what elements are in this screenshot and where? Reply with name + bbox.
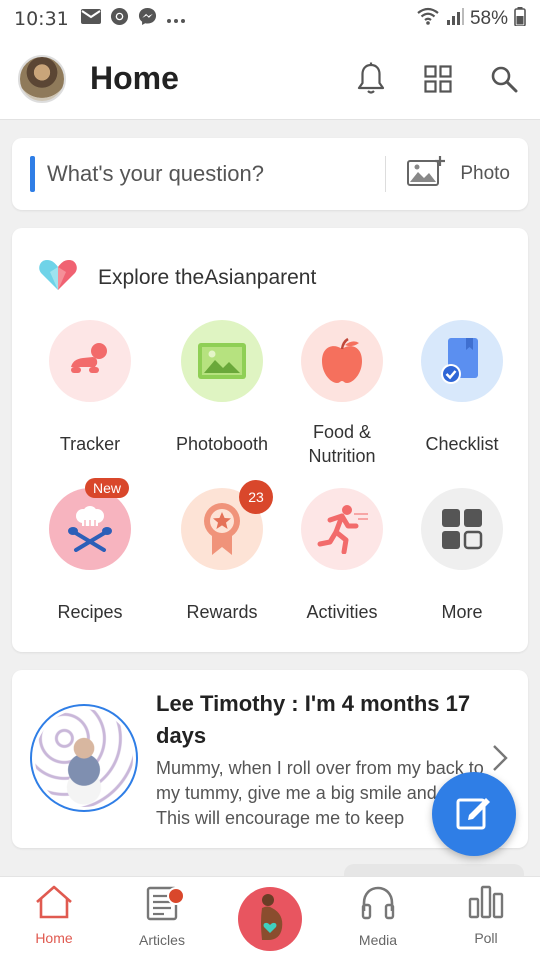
tile-more[interactable]: More	[402, 488, 522, 624]
tile-label: Checklist	[425, 434, 499, 454]
poll-icon	[468, 885, 504, 923]
home-icon	[34, 885, 74, 923]
nav-media[interactable]: Media	[333, 885, 423, 948]
photo-label: Photo	[460, 163, 510, 184]
battery-text: 58%	[469, 8, 508, 29]
grid-icon[interactable]	[424, 64, 452, 93]
tile-label: Food & Nutrition	[308, 422, 376, 466]
tile-tracker[interactable]: Tracker	[30, 320, 150, 456]
notification-dot	[167, 887, 185, 905]
bell-icon[interactable]	[356, 62, 386, 96]
more-dots-icon	[166, 8, 186, 30]
photo-button[interactable]: Photo	[406, 155, 510, 193]
app-header: Home	[0, 38, 540, 120]
bottom-nav: Home Articles Media Poll	[0, 876, 540, 960]
edit-icon	[455, 793, 493, 836]
chef-icon: New	[49, 478, 131, 570]
question-card: What's your question? Photo	[12, 138, 528, 210]
page-title: Home	[90, 60, 179, 96]
heart-logo-icon	[38, 258, 78, 297]
medal-icon: 23	[181, 480, 273, 570]
headphones-icon	[360, 886, 396, 925]
wifi-icon	[416, 7, 440, 31]
chrome-icon	[110, 7, 129, 32]
more-grid-icon	[421, 488, 503, 570]
status-time: 10:31	[14, 8, 69, 30]
tile-rewards[interactable]: 23 Rewards	[162, 480, 282, 624]
articles-icon	[146, 886, 178, 925]
question-input[interactable]: What's your question?	[47, 161, 264, 187]
nav-home[interactable]: Home	[9, 885, 99, 946]
tile-label: Recipes	[57, 602, 123, 622]
tile-label: Photobooth	[175, 434, 269, 454]
divider	[385, 156, 387, 192]
nav-label: Home	[35, 930, 73, 946]
tile-label: Rewards	[186, 602, 258, 622]
tile-label: Activities	[306, 602, 378, 622]
running-icon	[301, 488, 383, 570]
cursor-bar	[30, 156, 35, 192]
baby-crawl-icon	[49, 320, 131, 402]
pregnancy-icon	[250, 892, 290, 947]
baby-card-title: Lee Timothy : I'm 4 months 17 days	[156, 691, 471, 748]
tile-label: Tracker	[59, 434, 121, 454]
new-badge: New	[85, 478, 130, 498]
tile-checklist[interactable]: Checklist	[402, 320, 522, 456]
tile-food-nutrition[interactable]: Food & Nutrition	[282, 320, 402, 468]
tile-photobooth[interactable]: Photobooth	[162, 320, 282, 456]
tile-recipes[interactable]: New Recipes	[30, 478, 150, 624]
nav-label: Poll	[474, 930, 498, 946]
messenger-icon	[138, 7, 157, 32]
rewards-count-badge: 23	[239, 480, 273, 514]
add-photo-icon	[406, 155, 446, 193]
nav-articles[interactable]: Articles	[117, 885, 207, 948]
chevron-right-icon[interactable]	[492, 744, 508, 777]
apple-icon	[301, 320, 383, 402]
nav-label: Articles	[139, 932, 185, 948]
tile-label: More	[441, 602, 483, 622]
tile-activities[interactable]: Activities	[282, 488, 402, 624]
signal-icon	[446, 7, 464, 31]
checklist-icon	[421, 320, 503, 402]
nav-label: Media	[358, 932, 398, 948]
photo-icon	[181, 320, 263, 402]
mail-icon	[80, 8, 101, 30]
explore-title: Explore theAsianparent	[98, 265, 317, 289]
compose-button[interactable]	[432, 772, 516, 856]
baby-photo	[30, 704, 138, 812]
nav-poll[interactable]: Poll	[441, 885, 531, 946]
status-bar: 10:31 58%	[0, 0, 540, 38]
search-icon[interactable]	[490, 65, 518, 93]
explore-card: Explore theAsianparent Tracker Photoboot…	[12, 228, 528, 652]
battery-icon	[514, 6, 526, 32]
avatar[interactable]	[18, 54, 66, 103]
pregnancy-button[interactable]	[238, 887, 302, 951]
